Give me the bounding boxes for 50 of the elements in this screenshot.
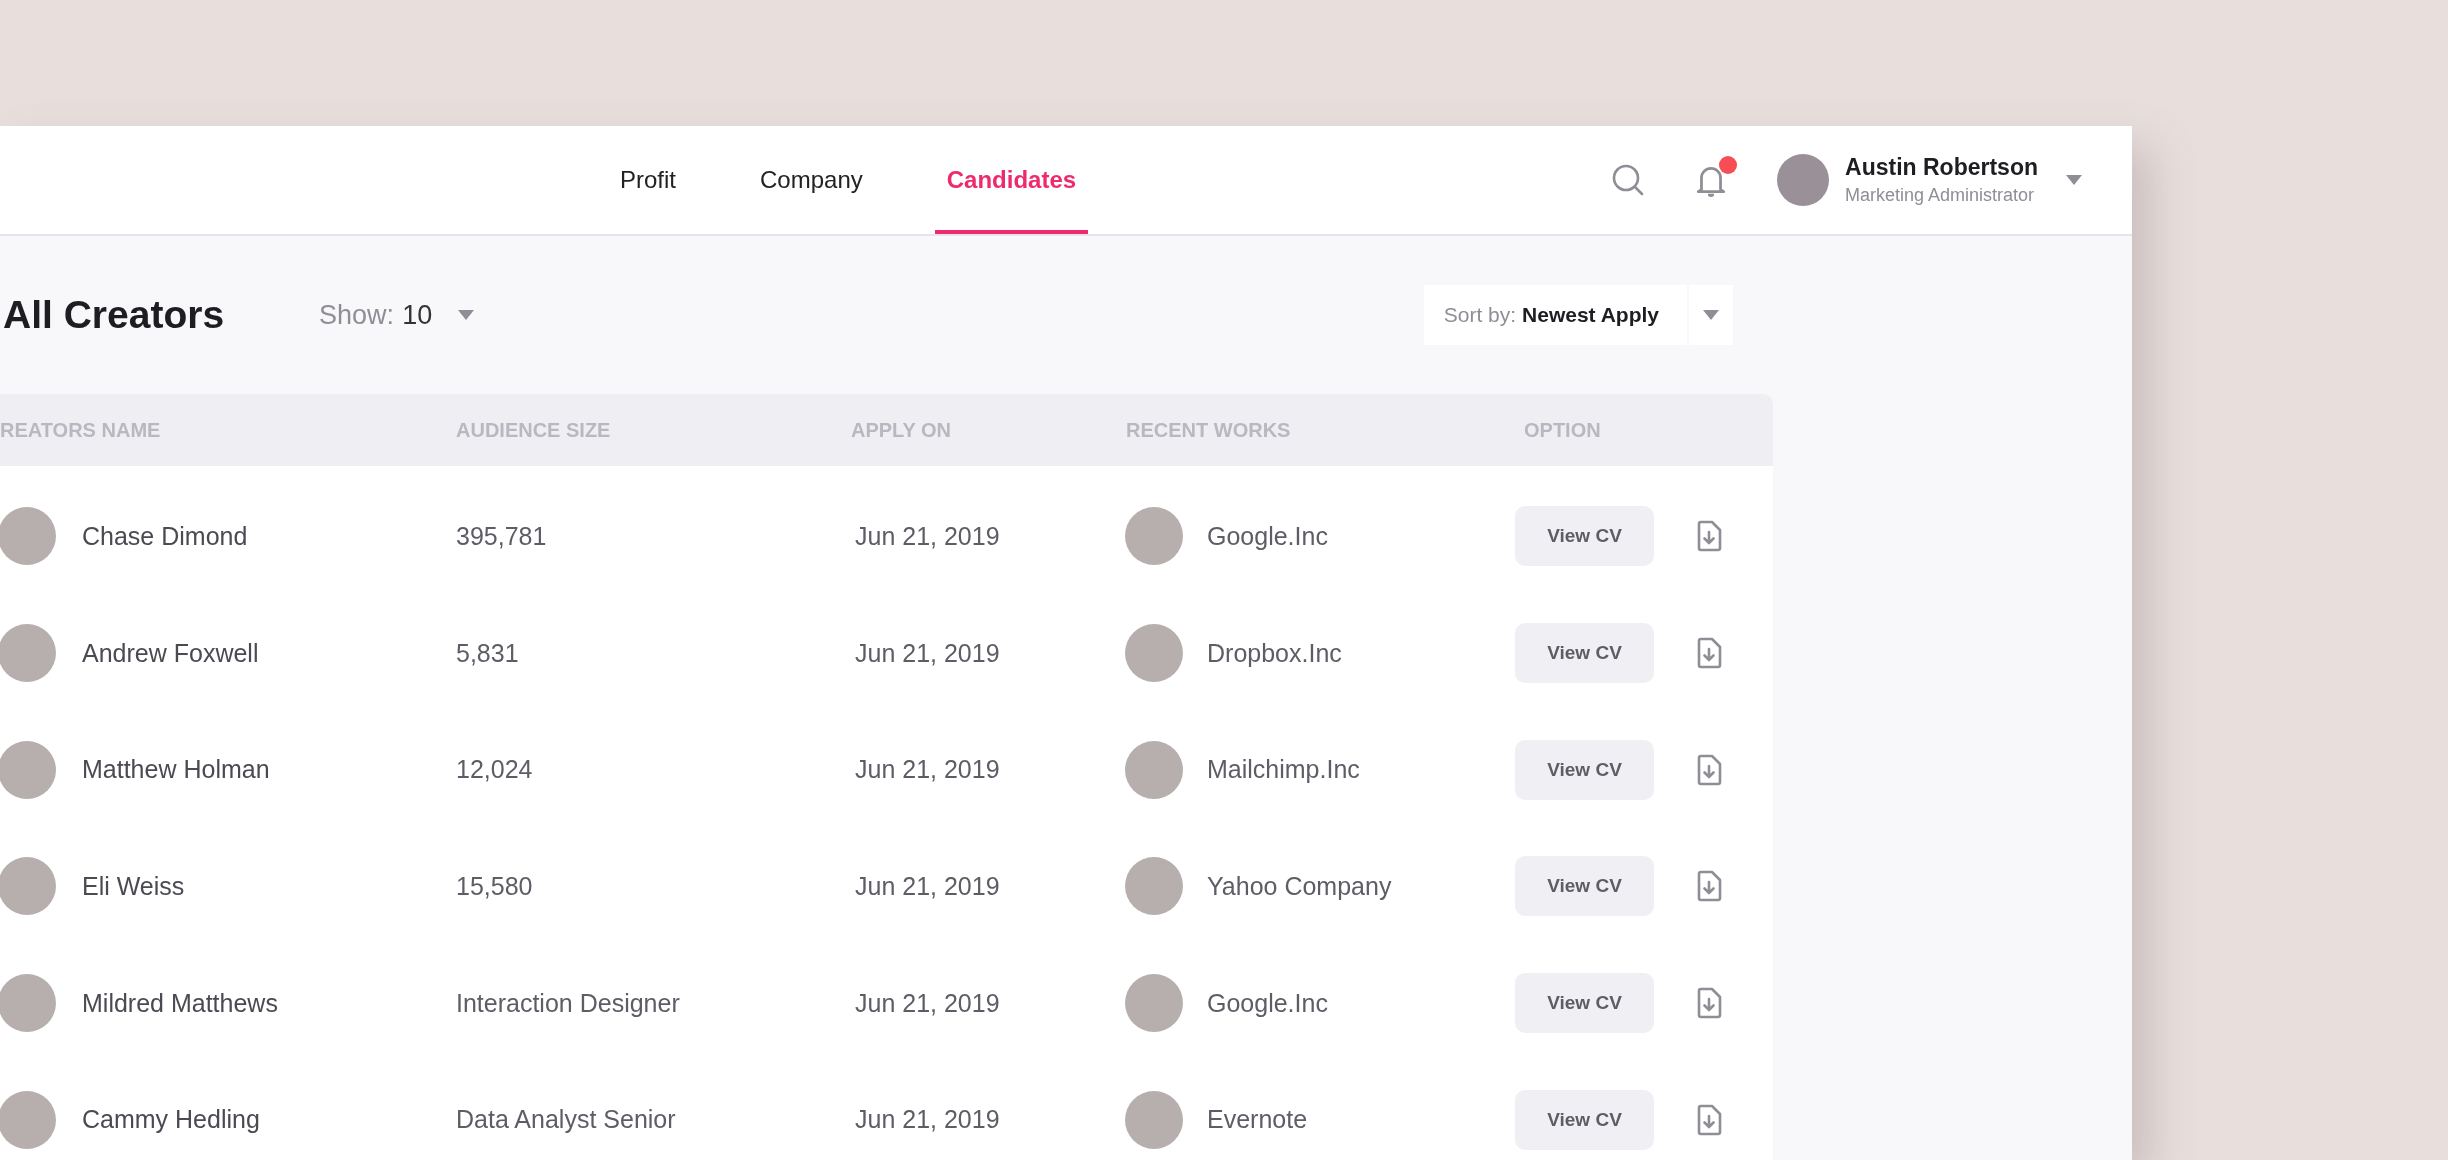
user-name: Austin Robertson	[1845, 154, 2038, 181]
caret-icon[interactable]	[2066, 175, 2082, 185]
nav-tab[interactable]: Profit	[608, 126, 688, 234]
apply-date: Jun 21, 2019	[854, 521, 1001, 551]
nav-tab[interactable]: Company	[748, 126, 875, 234]
audience-size: 15,580	[456, 871, 534, 901]
page-title: All Creators	[3, 293, 225, 337]
file-download-icon[interactable]	[1696, 1103, 1722, 1136]
caret-icon	[1703, 310, 1719, 320]
apply-date: Jun 21, 2019	[854, 988, 1001, 1018]
creator-name: Chase Dimond	[82, 521, 248, 551]
creator-name: Matthew Holman	[82, 755, 270, 785]
audience-size: 5,831	[456, 638, 520, 668]
file-download-icon[interactable]	[1696, 637, 1722, 670]
audience-size: 395,781	[456, 521, 548, 551]
audience-size: 12,024	[456, 755, 534, 785]
view-cv-button[interactable]: View CV	[1515, 739, 1654, 800]
search-icon[interactable]	[1611, 163, 1646, 197]
recent-work: Mailchimp.Inc	[1207, 755, 1360, 785]
view-cv-button[interactable]: View CV	[1515, 856, 1654, 917]
creator-name: Mildred Matthews	[82, 988, 278, 1018]
recent-work: Google.Inc	[1207, 988, 1328, 1018]
audience-size: Interaction Designer	[456, 988, 681, 1018]
recent-work: Google.Inc	[1207, 521, 1328, 551]
view-cv-button[interactable]: View CV	[1515, 506, 1654, 567]
apply-date: Jun 21, 2019	[854, 871, 1001, 901]
apply-date: Jun 21, 2019	[854, 638, 1001, 668]
view-cv-button[interactable]: View CV	[1515, 973, 1654, 1034]
apply-date: Jun 21, 2019	[854, 755, 1001, 785]
creator-avatar	[0, 974, 56, 1033]
view-cv-button[interactable]: View CV	[1515, 1089, 1654, 1150]
file-download-icon[interactable]	[1696, 870, 1722, 903]
view-cv-button[interactable]: View CV	[1515, 623, 1654, 684]
file-download-icon[interactable]	[1696, 987, 1722, 1020]
creator-name: Cammy Hedling	[82, 1105, 260, 1135]
recent-work: Evernote	[1207, 1105, 1308, 1135]
audience-size: Data Analyst Senior	[456, 1105, 677, 1135]
caret-icon	[458, 310, 475, 320]
recent-work: Dropbox.Inc	[1207, 638, 1342, 668]
user-avatar	[1777, 154, 1830, 206]
file-download-icon[interactable]	[1696, 520, 1722, 553]
creator-name: Eli Weiss	[82, 871, 185, 901]
show-dropdown[interactable]: Show: 10	[319, 299, 475, 331]
recent-work: Yahoo Company	[1207, 871, 1392, 901]
file-download-icon[interactable]	[1696, 753, 1722, 786]
user-role: Marketing Administrator	[1845, 185, 2036, 206]
apply-date: Jun 21, 2019	[854, 1105, 1001, 1135]
sort-caret-button[interactable]	[1689, 285, 1733, 345]
sort-dropdown[interactable]: Sort by: Newest Apply	[1423, 285, 1687, 345]
creator-name: Andrew Foxwell	[82, 638, 259, 668]
